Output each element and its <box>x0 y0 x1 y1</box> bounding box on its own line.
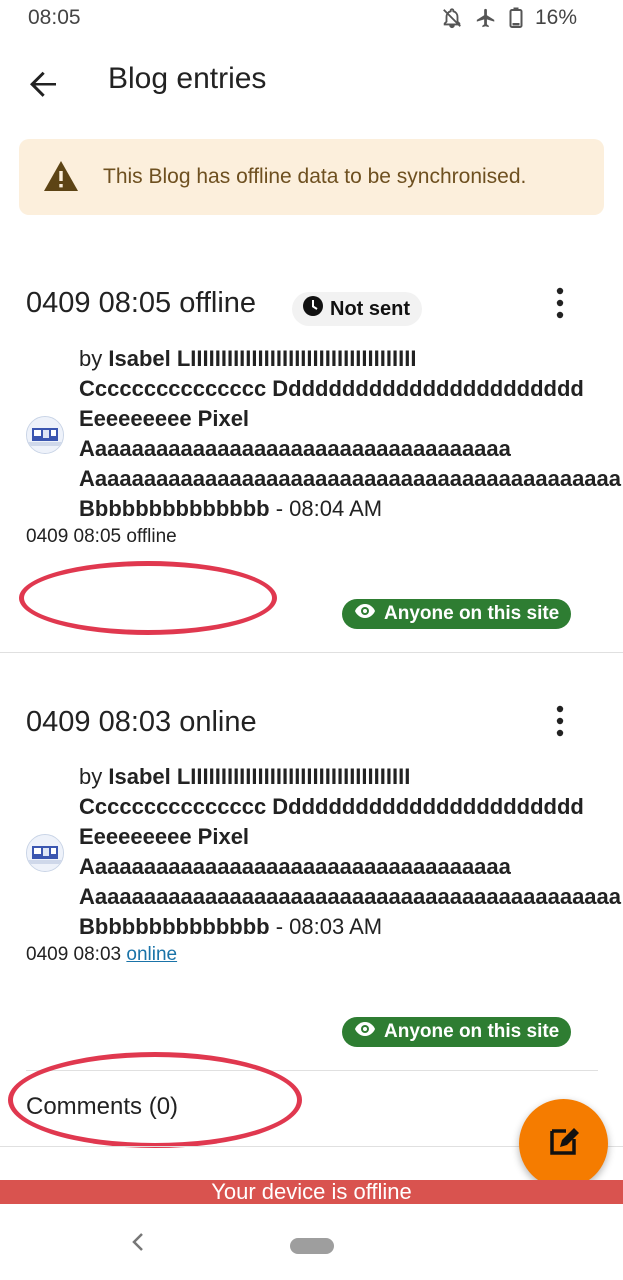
annotation-oval <box>19 561 277 635</box>
system-nav-bar <box>0 1204 623 1280</box>
status-time: 08:05 <box>28 6 81 29</box>
avatar <box>26 834 64 872</box>
app-bar: Blog entries <box>0 44 623 120</box>
warning-icon <box>43 160 79 197</box>
entry-divider <box>0 652 623 653</box>
entry-subject: 0409 08:05 offline <box>26 526 177 547</box>
more-options-icon[interactable] <box>548 701 572 741</box>
clock-icon <box>302 295 324 323</box>
entry-author: by Isabel LIIIIIIIIIIIIIIIIIIIIIIIIIIIII… <box>79 764 622 939</box>
notifications-off-icon <box>441 7 463 29</box>
status-bar: 08:05 16% <box>0 0 623 40</box>
not-sent-badge: Not sent <box>292 292 422 326</box>
entry-author: by Isabel LIIIIIIIIIIIIIIIIIIIIIIIIIIIII… <box>79 346 622 521</box>
offline-data-warning: This Blog has offline data to be synchro… <box>19 139 604 215</box>
avatar <box>26 416 64 454</box>
home-pill[interactable] <box>290 1238 334 1254</box>
battery-percent: 16% <box>534 6 577 29</box>
entry-title[interactable]: 0409 08:03 online <box>26 706 257 739</box>
offline-banner: Your device is offline <box>0 1180 623 1204</box>
visibility-badge: Anyone on this site <box>342 599 572 629</box>
eye-icon <box>354 603 376 625</box>
entry-subject: 0409 08:03 online <box>26 944 178 965</box>
entry-time: - 08:04 AM <box>269 496 383 521</box>
not-sent-label: Not sent <box>330 297 410 320</box>
add-entry-button[interactable] <box>519 1099 608 1188</box>
annotation-oval <box>8 1052 302 1148</box>
nav-back-icon[interactable] <box>128 1230 148 1259</box>
entry-time: - 08:03 AM <box>269 914 383 939</box>
battery-icon <box>509 7 523 29</box>
page-title: Blog entries <box>108 62 267 95</box>
more-options-icon[interactable] <box>548 283 572 323</box>
edit-icon <box>544 1121 584 1166</box>
eye-icon <box>354 1021 376 1043</box>
entry-title[interactable]: 0409 08:05 offline <box>26 287 256 320</box>
visibility-badge: Anyone on this site <box>342 1017 572 1047</box>
airplane-mode-icon <box>475 7 497 29</box>
online-link[interactable]: online <box>126 944 177 965</box>
back-arrow-icon[interactable] <box>24 64 64 104</box>
warning-text: This Blog has offline data to be synchro… <box>103 165 527 188</box>
status-icons: 16% <box>441 6 577 30</box>
